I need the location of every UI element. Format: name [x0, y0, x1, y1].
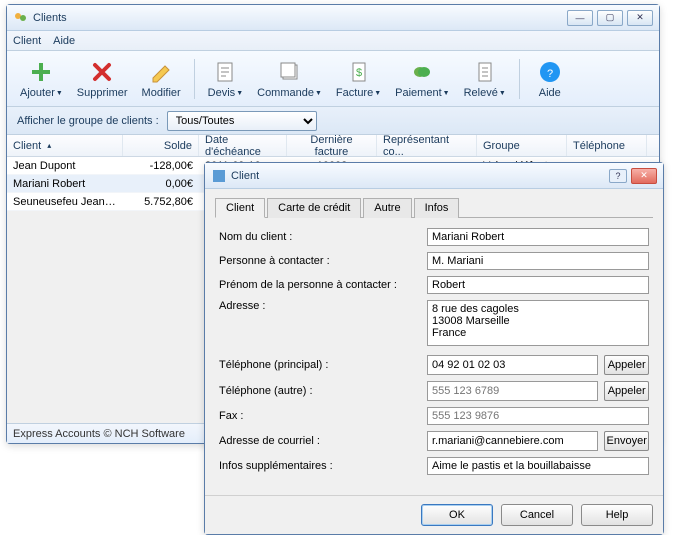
cancel-button[interactable]: Cancel [501, 504, 573, 526]
input-tel1[interactable] [427, 355, 598, 375]
quote-icon [212, 59, 238, 85]
col-date[interactable]: Date d'échéance [199, 135, 287, 156]
statement-icon [472, 59, 498, 85]
menu-aide[interactable]: Aide [53, 35, 75, 47]
input-tel2[interactable] [427, 381, 598, 401]
filter-bar: Afficher le groupe de clients : Tous/Tou… [7, 107, 659, 135]
main-title: Clients [33, 12, 567, 24]
label-infos: Infos supplémentaires : [219, 460, 427, 472]
releve-button[interactable]: Relevé▼ [457, 55, 513, 103]
payment-icon [409, 59, 435, 85]
invoice-icon: $ [346, 59, 372, 85]
label-email: Adresse de courriel : [219, 435, 427, 447]
app-icon [13, 10, 29, 26]
col-facture[interactable]: Dernière facture [287, 135, 377, 156]
col-tel[interactable]: Téléphone [567, 135, 647, 156]
dialog-titlebar: Client ? ✕ [205, 163, 663, 189]
minimize-button[interactable]: — [567, 10, 593, 26]
label-nom: Nom du client : [219, 231, 427, 243]
edit-icon [148, 59, 174, 85]
ajouter-button[interactable]: Ajouter▼ [13, 55, 70, 103]
order-icon [277, 59, 303, 85]
input-adresse[interactable]: 8 rue des cagoles 13008 Marseille France [427, 300, 649, 346]
client-dialog: Client ? ✕ Client Carte de crédit Autre … [204, 162, 664, 535]
commande-button[interactable]: Commande▼ [250, 55, 329, 103]
help-button[interactable]: Help [581, 504, 653, 526]
input-infos[interactable] [427, 457, 649, 475]
label-fax: Fax : [219, 410, 427, 422]
col-client[interactable]: Client ▴ [7, 135, 123, 156]
label-adresse: Adresse : [219, 300, 427, 312]
devis-button[interactable]: Devis▼ [201, 55, 250, 103]
menu-client[interactable]: Client [13, 35, 41, 47]
label-tel2: Téléphone (autre) : [219, 385, 427, 397]
supprimer-button[interactable]: Supprimer [70, 55, 135, 103]
tab-infos[interactable]: Infos [414, 198, 460, 218]
filter-label: Afficher le groupe de clients : [17, 115, 159, 127]
svg-text:?: ? [547, 68, 553, 80]
label-prenom: Prénom de la personne à contacter : [219, 279, 427, 291]
client-form: Nom du client : Personne à contacter : P… [215, 218, 653, 485]
col-groupe[interactable]: Groupe [477, 135, 567, 156]
col-solde[interactable]: Solde [123, 135, 199, 156]
appeler-tel1-button[interactable]: Appeler [604, 355, 649, 375]
col-rep[interactable]: Représentant co... [377, 135, 477, 156]
tab-client[interactable]: Client [215, 198, 265, 218]
facture-button[interactable]: $ Facture▼ [329, 55, 388, 103]
delete-icon [89, 59, 115, 85]
dialog-buttons: OK Cancel Help [205, 495, 663, 534]
dialog-close-button[interactable]: ✕ [631, 168, 657, 184]
context-help-button[interactable]: ? [609, 169, 627, 183]
tab-autre[interactable]: Autre [363, 198, 411, 218]
dialog-icon [211, 168, 227, 184]
envoyer-email-button[interactable]: Envoyer [604, 431, 649, 451]
dialog-title: Client [231, 170, 609, 182]
status-text: Express Accounts © NCH Software [13, 428, 185, 440]
filter-select[interactable]: Tous/Toutes [167, 111, 317, 131]
tab-carte[interactable]: Carte de crédit [267, 198, 361, 218]
svg-text:$: $ [355, 67, 361, 79]
close-button[interactable]: ✕ [627, 10, 653, 26]
maximize-button[interactable]: ▢ [597, 10, 623, 26]
label-contact: Personne à contacter : [219, 255, 427, 267]
toolbar: Ajouter▼ Supprimer Modifier Devis▼ Comma… [7, 51, 659, 107]
ok-button[interactable]: OK [421, 504, 493, 526]
aide-button[interactable]: ? Aide [526, 55, 574, 103]
paiement-button[interactable]: Paiement▼ [388, 55, 456, 103]
input-email[interactable] [427, 431, 598, 451]
input-contact[interactable] [427, 252, 649, 270]
menubar: Client Aide [7, 31, 659, 51]
dialog-tabs: Client Carte de crédit Autre Infos [215, 197, 653, 218]
input-prenom[interactable] [427, 276, 649, 294]
plus-icon [28, 59, 54, 85]
grid-header: Client ▴ Solde Date d'échéance Dernière … [7, 135, 659, 157]
help-icon: ? [537, 59, 563, 85]
appeler-tel2-button[interactable]: Appeler [604, 381, 649, 401]
main-titlebar: Clients — ▢ ✕ [7, 5, 659, 31]
modifier-button[interactable]: Modifier [135, 55, 188, 103]
input-nom[interactable] [427, 228, 649, 246]
input-fax[interactable] [427, 407, 649, 425]
label-tel1: Téléphone (principal) : [219, 359, 427, 371]
